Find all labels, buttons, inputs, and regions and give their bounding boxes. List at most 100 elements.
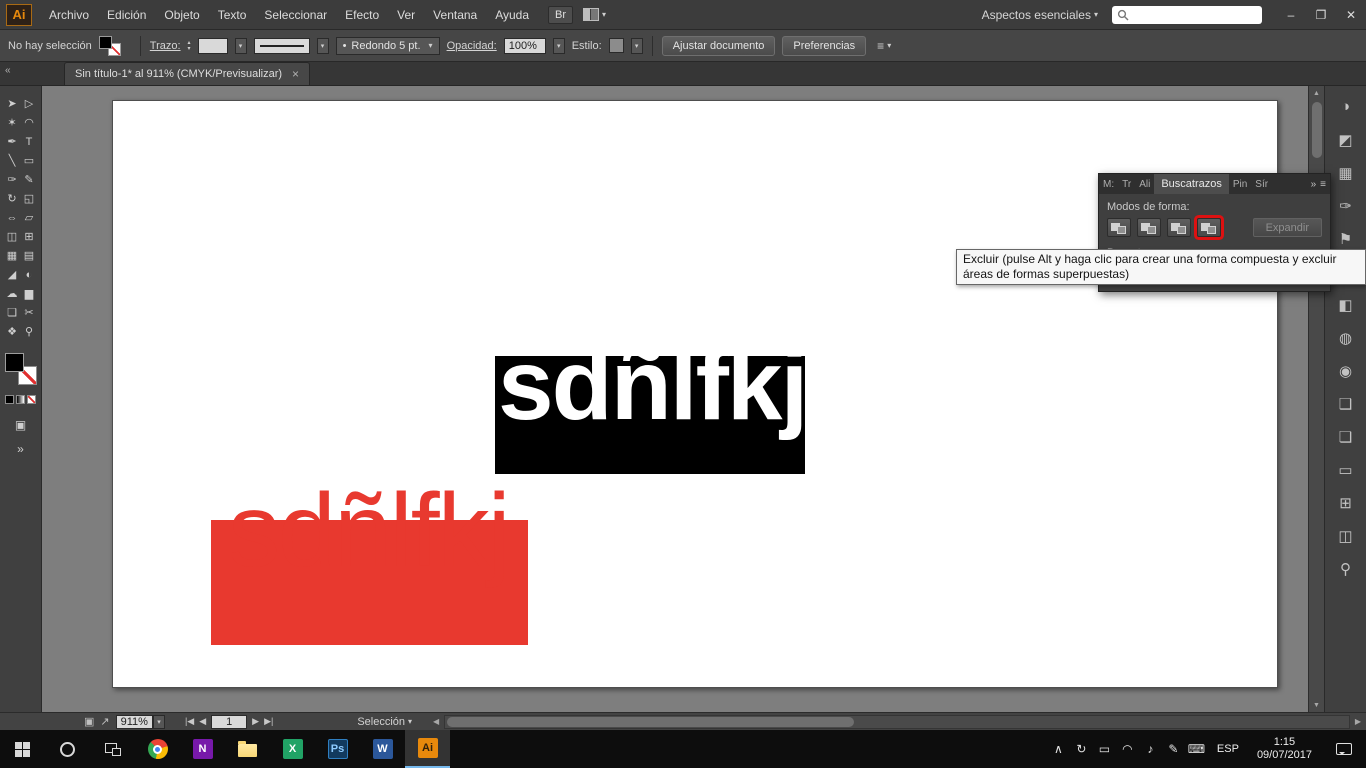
file-explorer-button[interactable]	[225, 730, 270, 768]
menu-efecto[interactable]: Efecto	[336, 0, 388, 30]
stepper-down-icon[interactable]: ▾	[188, 46, 191, 52]
minimize-button[interactable]: –	[1276, 0, 1306, 30]
minus-front-button[interactable]	[1137, 218, 1161, 237]
menu-edicion[interactable]: Edición	[98, 0, 155, 30]
menu-objeto[interactable]: Objeto	[155, 0, 208, 30]
gradient-panel-icon[interactable]: ◧	[1329, 288, 1363, 321]
rotate-tool[interactable]: ↻	[4, 189, 21, 208]
shape-builder-tool[interactable]: ◫	[4, 227, 21, 246]
horizontal-scrollbar[interactable]: ◀ ▶	[428, 713, 1366, 731]
unite-button[interactable]	[1107, 218, 1131, 237]
restore-button[interactable]: ❐	[1306, 0, 1336, 30]
tab-buscatrazos[interactable]: Buscatrazos	[1154, 174, 1229, 194]
battery-icon[interactable]: ▭	[1093, 742, 1116, 756]
menu-archivo[interactable]: Archivo	[40, 0, 98, 30]
menu-ver[interactable]: Ver	[388, 0, 424, 30]
task-view-button[interactable]	[90, 730, 135, 768]
style-dropdown[interactable]: ▾	[630, 37, 643, 54]
white-text-on-black-shape[interactable]: sdñlfkj	[498, 335, 808, 435]
hidden-icons-chevron[interactable]: ∧	[1047, 742, 1070, 756]
menu-ventana[interactable]: Ventana	[424, 0, 486, 30]
intersect-button[interactable]	[1167, 218, 1191, 237]
pencil-tool[interactable]: ✎	[21, 170, 38, 189]
horizontal-scroll-thumb[interactable]	[447, 716, 854, 727]
opacity-input[interactable]: 100%	[503, 37, 546, 54]
stroke-weight-stepper[interactable]: ▴ ▾	[188, 40, 191, 52]
pen-icon[interactable]: ✎	[1162, 742, 1185, 756]
tab-truncated-1[interactable]: M:	[1099, 174, 1118, 194]
symbol-sprayer-tool[interactable]: ☁	[4, 284, 21, 303]
direct-selection-tool[interactable]: ▷	[21, 94, 38, 113]
brushes-panel-icon[interactable]: ✑	[1329, 189, 1363, 222]
type-tool[interactable]: T	[21, 132, 38, 151]
scale-tool[interactable]: ◱	[21, 189, 38, 208]
close-button[interactable]: ✕	[1336, 0, 1366, 30]
expand-button[interactable]: Expandir	[1252, 218, 1322, 237]
next-artboard-button[interactable]: ▶	[252, 716, 259, 727]
opacity-label[interactable]: Opacidad:	[447, 40, 497, 52]
color-panel-icon[interactable]: ◑	[1329, 90, 1363, 123]
screen-mode-icon[interactable]: »	[17, 442, 24, 456]
stroke-weight-input[interactable]	[197, 37, 228, 54]
magic-wand-tool[interactable]: ✶	[4, 113, 21, 132]
stroke-label[interactable]: Trazo:	[150, 40, 181, 52]
onenote-app-button[interactable]: N	[180, 730, 225, 768]
touch-keyboard-icon[interactable]: ⌨	[1185, 742, 1208, 756]
fill-stroke-proxy[interactable]	[98, 35, 131, 57]
artboard-tool[interactable]: ❏	[4, 303, 21, 322]
gradient-tool[interactable]: ▤	[21, 246, 38, 265]
lasso-tool[interactable]: ◠	[21, 113, 38, 132]
scroll-left-icon[interactable]: ◀	[428, 717, 444, 726]
launch-view-icon[interactable]: ↗	[100, 715, 109, 728]
red-text-shape[interactable]: sdñlfkj	[228, 479, 511, 583]
illustrator-app-button[interactable]: Ai	[405, 730, 450, 768]
scroll-up-icon[interactable]: ▲	[1313, 86, 1320, 100]
width-profile-dropdown[interactable]	[253, 37, 310, 54]
paintbrush-tool[interactable]: ✑	[4, 170, 21, 189]
collapse-dock-icon[interactable]: «	[5, 65, 10, 76]
artboards-panel-icon[interactable]: ▭	[1329, 453, 1363, 486]
first-artboard-button[interactable]: |◀	[185, 716, 194, 727]
start-button[interactable]	[0, 730, 45, 768]
action-center-button[interactable]	[1321, 730, 1366, 768]
blend-tool[interactable]: ◐	[21, 265, 38, 284]
menu-ayuda[interactable]: Ayuda	[486, 0, 538, 30]
horizontal-scroll-track[interactable]	[444, 714, 1350, 729]
appearance-panel-icon[interactable]: ◉	[1329, 354, 1363, 387]
chrome-app-button[interactable]	[135, 730, 180, 768]
panel-menu-icon[interactable]: ≡	[1320, 179, 1326, 190]
pen-tool[interactable]: ✒	[4, 132, 21, 151]
artboard-number-input[interactable]: 1	[211, 714, 248, 729]
zoom-dropdown-icon[interactable]: ▾	[152, 714, 165, 729]
pathfinder-panel-icon[interactable]: ◫	[1329, 519, 1363, 552]
document-setup-options-button[interactable]: ≡ ▾	[877, 39, 891, 53]
fit-document-button[interactable]: Ajustar documento	[661, 35, 776, 56]
scroll-right-icon[interactable]: ▶	[1350, 717, 1366, 726]
mesh-tool[interactable]: ▦	[4, 246, 21, 265]
drawing-mode-icon[interactable]: ▣	[15, 418, 26, 432]
selection-tool[interactable]: ➤	[4, 94, 21, 113]
zoom-tool[interactable]: ⚲	[21, 322, 38, 341]
swatches-panel-icon[interactable]: ▦	[1329, 156, 1363, 189]
menu-texto[interactable]: Texto	[209, 0, 256, 30]
wifi-icon[interactable]: ◠	[1116, 742, 1139, 756]
none-button[interactable]	[27, 395, 36, 404]
brush-preset-dropdown[interactable]: • Redondo 5 pt. ▾	[335, 36, 440, 55]
fill-color-box[interactable]	[4, 353, 24, 372]
width-profile-caret[interactable]: ▾	[316, 37, 329, 54]
fill-stroke-indicator[interactable]	[4, 353, 37, 385]
gradient-button[interactable]	[16, 395, 25, 404]
document-tab[interactable]: Sin título-1* al 911% (CMYK/Previsualiza…	[64, 62, 311, 85]
last-artboard-button[interactable]: ▶|	[264, 716, 273, 727]
tab-pin[interactable]: Pin	[1229, 174, 1251, 194]
fill-swatch[interactable]	[98, 35, 112, 49]
arrange-documents-button[interactable]: ▾	[583, 8, 606, 21]
layers-panel-icon[interactable]: ❏	[1329, 420, 1363, 453]
workspace-switcher[interactable]: Aspectos esenciales ▾	[982, 8, 1098, 22]
free-transform-tool[interactable]: ▱	[21, 208, 38, 227]
eyedropper-tool[interactable]: ◢	[4, 265, 21, 284]
photoshop-app-button[interactable]: Ps	[315, 730, 360, 768]
opacity-dropdown[interactable]: ▾	[552, 37, 565, 54]
volume-icon[interactable]: ♪	[1139, 742, 1162, 756]
tab-truncated-3[interactable]: Ali	[1135, 174, 1154, 194]
